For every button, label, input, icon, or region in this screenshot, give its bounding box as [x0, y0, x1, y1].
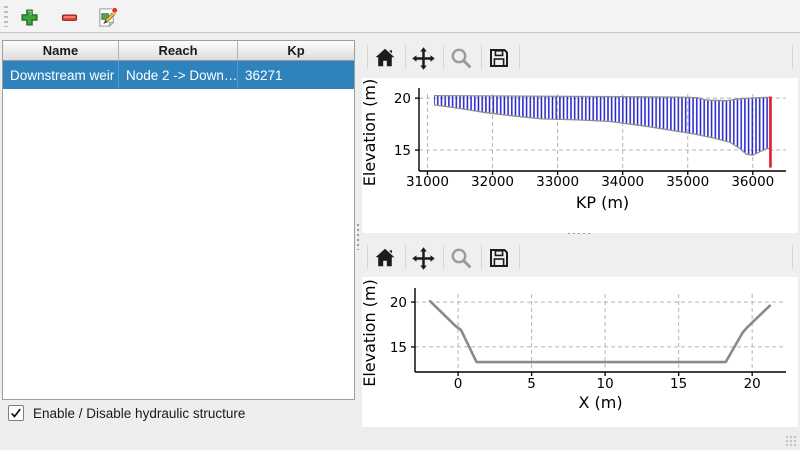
x-tick-label: 31000 — [406, 174, 449, 190]
checkmark-icon — [10, 407, 22, 419]
zoom-button[interactable] — [447, 44, 475, 72]
structures-table: Name Reach Kp Downstream weir Node 2 -> … — [2, 40, 355, 400]
profile-band — [434, 96, 772, 156]
edit-structure-button[interactable] — [94, 4, 120, 30]
home-icon — [373, 46, 397, 70]
y-axis-label: Elevation (m) — [362, 79, 379, 186]
x-tick-label: 35000 — [666, 174, 709, 190]
y-axis-label: Elevation (m) — [362, 279, 379, 386]
plus-icon — [19, 7, 40, 28]
minus-icon — [59, 7, 80, 28]
edit-icon — [96, 6, 119, 29]
x-axis-label: KP (m) — [576, 193, 629, 212]
cross-section-chart[interactable]: 0 5 10 15 20 15 20 X (m) Elevation (m) — [362, 277, 798, 427]
main-toolbar — [0, 0, 800, 33]
home-button[interactable] — [371, 244, 399, 272]
pan-icon — [411, 46, 436, 71]
y-tick-label: 15 — [390, 340, 407, 356]
column-header-name[interactable]: Name — [3, 41, 119, 61]
table-row[interactable]: Downstream weir Node 2 -> Down… 36271 — [3, 61, 354, 89]
x-tick-label: 20 — [744, 376, 761, 392]
x-tick-label: 5 — [527, 376, 536, 392]
add-structure-button[interactable] — [16, 4, 42, 30]
cross-section-profile — [430, 301, 770, 362]
x-axis-label: X (m) — [578, 393, 622, 412]
home-button[interactable] — [371, 44, 399, 72]
app-window: Name Reach Kp Downstream weir Node 2 -> … — [0, 0, 800, 450]
checkbox-label: Enable / Disable hydraulic structure — [33, 406, 245, 421]
enable-structure-checkbox[interactable]: Enable / Disable hydraulic structure — [8, 405, 245, 421]
x-tick-label: 15 — [670, 376, 687, 392]
y-tick-label: 20 — [394, 91, 411, 107]
cell-structure-name: Downstream weir — [3, 61, 119, 89]
x-tick-label: 10 — [597, 376, 614, 392]
table-header: Name Reach Kp — [3, 41, 354, 61]
pan-button[interactable] — [409, 44, 437, 72]
column-header-kp[interactable]: Kp — [238, 41, 354, 61]
save-icon — [487, 46, 511, 70]
toolbar-drag-handle[interactable] — [4, 6, 8, 27]
remove-structure-button[interactable] — [56, 4, 82, 30]
x-tick-label: 33000 — [536, 174, 579, 190]
pan-icon — [411, 246, 436, 271]
x-tick-label: 0 — [454, 376, 463, 392]
checkbox-box[interactable] — [8, 405, 24, 421]
window-resize-grip[interactable] — [785, 435, 798, 448]
zoom-icon — [449, 246, 473, 270]
y-tick-label: 15 — [394, 143, 411, 159]
x-tick-label: 34000 — [601, 174, 644, 190]
save-icon — [487, 246, 511, 270]
column-header-reach[interactable]: Reach — [119, 41, 238, 61]
cell-structure-kp: 36271 — [238, 61, 354, 89]
save-button[interactable] — [485, 44, 513, 72]
save-button[interactable] — [485, 244, 513, 272]
plot2-toolbar — [362, 237, 798, 277]
y-tick-label: 20 — [390, 295, 407, 311]
vertical-splitter-handle[interactable] — [356, 224, 360, 250]
pan-button[interactable] — [409, 244, 437, 272]
longitudinal-profile-chart[interactable]: 31000 32000 33000 34000 35000 36000 15 20 KP (m)… — [362, 78, 798, 233]
zoom-button[interactable] — [447, 244, 475, 272]
zoom-icon — [449, 46, 473, 70]
plot1-toolbar — [362, 37, 798, 77]
x-tick-label: 32000 — [471, 174, 514, 190]
home-icon — [373, 246, 397, 270]
cell-structure-reach: Node 2 -> Down… — [119, 61, 238, 89]
x-tick-label: 36000 — [731, 174, 774, 190]
